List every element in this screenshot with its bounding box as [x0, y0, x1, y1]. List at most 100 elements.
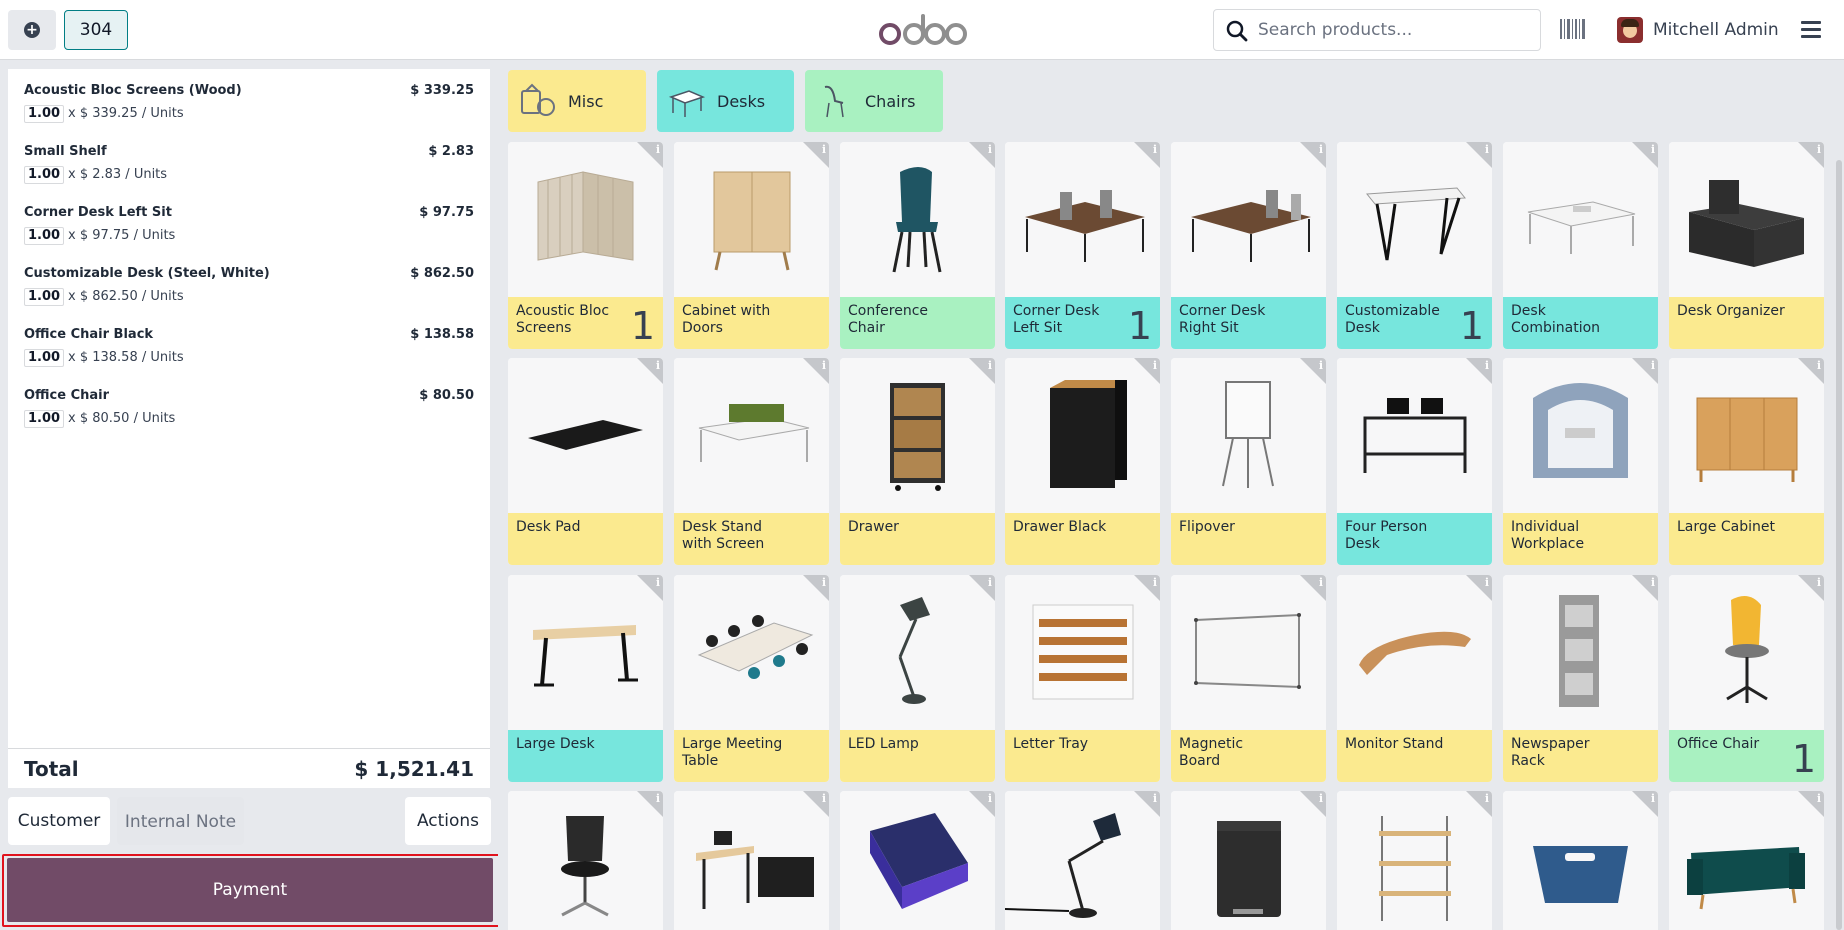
product-card[interactable]: i: [1171, 791, 1326, 930]
product-qty-badge: 1: [630, 304, 655, 348]
product-name: Desk Combination: [1503, 297, 1658, 349]
order-line-price: $ 80.50: [419, 388, 474, 403]
product-card[interactable]: i Corner Desk Left Sit 1: [1005, 142, 1160, 349]
product-card[interactable]: i Large Meeting Table: [674, 575, 829, 782]
product-name: Flipover: [1171, 513, 1326, 565]
actions-button[interactable]: Actions: [405, 797, 491, 845]
product-name: Corner Desk Right Sit: [1171, 297, 1326, 349]
odoo-logo[interactable]: odoo: [878, 12, 968, 48]
category-label: Misc: [568, 91, 604, 111]
product-card[interactable]: i: [840, 791, 995, 930]
product-card[interactable]: i: [1503, 791, 1658, 930]
order-line-unit-price: x $ 80.50 / Units: [68, 411, 176, 426]
order-line[interactable]: Acoustic Bloc Screens (Wood) $ 339.25 1.…: [8, 69, 490, 130]
order-line-qty: 1.00: [24, 410, 65, 428]
order-line-unit-price: x $ 97.75 / Units: [68, 228, 176, 243]
order-line-name: Office Chair: [24, 388, 110, 403]
product-card[interactable]: i Individual Workplace: [1503, 358, 1658, 565]
product-name: Drawer: [840, 513, 995, 565]
product-card[interactable]: i Conference Chair: [840, 142, 995, 349]
category-label: Desks: [717, 91, 766, 111]
order-line-qty: 1.00: [24, 227, 65, 245]
product-name: Monitor Stand: [1337, 730, 1492, 782]
order-line[interactable]: Corner Desk Left Sit $ 97.75 1.00 x $ 97…: [8, 191, 490, 252]
order-line-price: $ 97.75: [419, 205, 474, 220]
product-name: Conference Chair: [840, 297, 995, 349]
product-card[interactable]: i Cabinet with Doors: [674, 142, 829, 349]
user-menu[interactable]: Mitchell Admin: [1617, 16, 1779, 44]
order-line-price: $ 138.58: [410, 327, 474, 342]
product-scrollbar[interactable]: [1836, 160, 1842, 930]
product-card[interactable]: i Corner Desk Right Sit: [1171, 142, 1326, 349]
product-card[interactable]: i Acoustic Bloc Screens 1: [508, 142, 663, 349]
product-name: Desk Organizer: [1669, 297, 1824, 349]
product-card[interactable]: i Customizable Desk 1: [1337, 142, 1492, 349]
product-card[interactable]: i Office Chair 1: [1669, 575, 1824, 782]
product-name: Four Person Desk: [1337, 513, 1492, 565]
product-card[interactable]: i: [1005, 791, 1160, 930]
order-line[interactable]: Office Chair $ 80.50 1.00 x $ 80.50 / Un…: [8, 374, 490, 435]
product-card[interactable]: i Newspaper Rack: [1503, 575, 1658, 782]
product-card[interactable]: i Monitor Stand: [1337, 575, 1492, 782]
customer-button[interactable]: Customer: [8, 797, 110, 845]
new-order-button[interactable]: +: [8, 10, 56, 50]
product-card[interactable]: i: [508, 791, 663, 930]
order-line-qty: 1.00: [24, 288, 65, 306]
search-icon: [1226, 20, 1248, 42]
desk-category-icon: [668, 90, 706, 117]
order-line[interactable]: Small Shelf $ 2.83 1.00 x $ 2.83 / Units: [8, 130, 490, 191]
top-bar: + 304 odoo Mitchell Admin: [0, 0, 1844, 60]
product-card[interactable]: i Desk Organizer: [1669, 142, 1824, 349]
order-total: Total $ 1,521.41: [8, 748, 490, 788]
category-desks[interactable]: Desks: [657, 70, 794, 132]
plus-circle-icon: +: [24, 22, 40, 38]
hamburger-menu-icon[interactable]: [1800, 18, 1822, 40]
product-card[interactable]: i: [674, 791, 829, 930]
user-name: Mitchell Admin: [1653, 20, 1779, 40]
product-name: Desk Stand with Screen: [674, 513, 829, 565]
payment-button[interactable]: Payment: [7, 858, 493, 922]
product-name: LED Lamp: [840, 730, 995, 782]
order-line[interactable]: Office Chair Black $ 138.58 1.00 x $ 138…: [8, 313, 490, 374]
total-value: $ 1,521.41: [354, 757, 474, 781]
category-misc[interactable]: Misc: [508, 70, 646, 132]
product-card[interactable]: i Magnetic Board: [1171, 575, 1326, 782]
product-qty-badge: 1: [1127, 304, 1152, 348]
order-line-name: Acoustic Bloc Screens (Wood): [24, 83, 242, 98]
order-line-name: Small Shelf: [24, 144, 107, 159]
product-card[interactable]: i Desk Pad: [508, 358, 663, 565]
product-name: Letter Tray: [1005, 730, 1160, 782]
product-card[interactable]: i: [1669, 791, 1824, 930]
category-label: Chairs: [865, 91, 916, 111]
product-card[interactable]: i Large Cabinet: [1669, 358, 1824, 565]
product-name: Desk Pad: [508, 513, 663, 565]
product-card[interactable]: i Flipover: [1171, 358, 1326, 565]
product-card[interactable]: i Drawer: [840, 358, 995, 565]
total-label: Total: [24, 757, 79, 781]
category-chairs[interactable]: Chairs: [805, 70, 943, 132]
order-line-qty: 1.00: [24, 166, 65, 184]
product-card[interactable]: i Large Desk: [508, 575, 663, 782]
order-line-name: Customizable Desk (Steel, White): [24, 266, 270, 281]
product-name: Cabinet with Doors: [674, 297, 829, 349]
product-card[interactable]: i Desk Stand with Screen: [674, 358, 829, 565]
product-card[interactable]: i LED Lamp: [840, 575, 995, 782]
order-line-qty: 1.00: [24, 349, 65, 367]
product-card[interactable]: i Desk Combination: [1503, 142, 1658, 349]
order-tab[interactable]: 304: [64, 10, 128, 50]
order-line-qty: 1.00: [24, 105, 65, 123]
order-line-price: $ 339.25: [410, 83, 474, 98]
product-card[interactable]: i Drawer Black: [1005, 358, 1160, 565]
product-card[interactable]: i Four Person Desk: [1337, 358, 1492, 565]
order-line[interactable]: Customizable Desk (Steel, White) $ 862.5…: [8, 252, 490, 313]
product-card[interactable]: i: [1337, 791, 1492, 930]
product-name: Large Cabinet: [1669, 513, 1824, 565]
internal-note-button[interactable]: Internal Note: [117, 797, 244, 845]
product-name: Large Desk: [508, 730, 663, 782]
product-search[interactable]: [1213, 9, 1541, 51]
order-line-price: $ 862.50: [410, 266, 474, 281]
search-input[interactable]: [1258, 16, 1528, 44]
order-line-unit-price: x $ 862.50 / Units: [68, 289, 184, 304]
barcode-icon[interactable]: [1560, 19, 1586, 39]
product-card[interactable]: i Letter Tray: [1005, 575, 1160, 782]
